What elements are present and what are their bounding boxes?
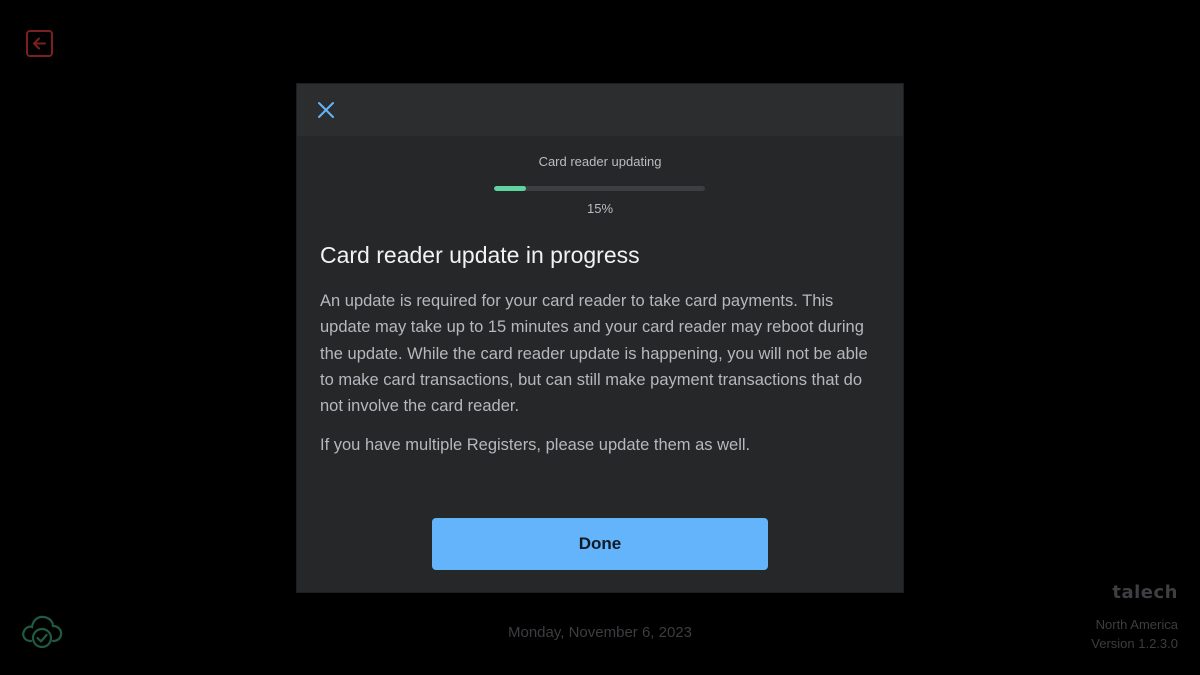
- dialog-header: [297, 84, 903, 136]
- update-dialog: Card reader updating 15% Card reader upd…: [297, 84, 903, 592]
- current-date: Monday, November 6, 2023: [508, 624, 692, 641]
- progress-bar: [494, 186, 705, 191]
- close-icon: [315, 102, 337, 125]
- progress-fill: [494, 186, 526, 191]
- dialog-title: Card reader update in progress: [320, 242, 640, 268]
- region-label: North America: [1095, 617, 1178, 632]
- progress-label: Card reader updating: [538, 154, 662, 169]
- progress-percent: 15%: [586, 201, 614, 216]
- exit-icon: [25, 28, 55, 63]
- exit-button[interactable]: [25, 28, 55, 63]
- brand-info: talech North America Version 1.2.3.0: [1091, 582, 1178, 653]
- close-button[interactable]: [315, 99, 337, 121]
- done-button[interactable]: Done: [432, 518, 768, 570]
- dialog-note: If you have multiple Registers, please u…: [320, 436, 751, 454]
- dialog-description: An update is required for your card read…: [320, 292, 868, 416]
- lock-screen: Monday, November 6, 2023 talech North Am…: [0, 0, 1200, 675]
- version-label: Version 1.2.3.0: [1091, 636, 1178, 651]
- talech-logo: talech: [1112, 582, 1178, 603]
